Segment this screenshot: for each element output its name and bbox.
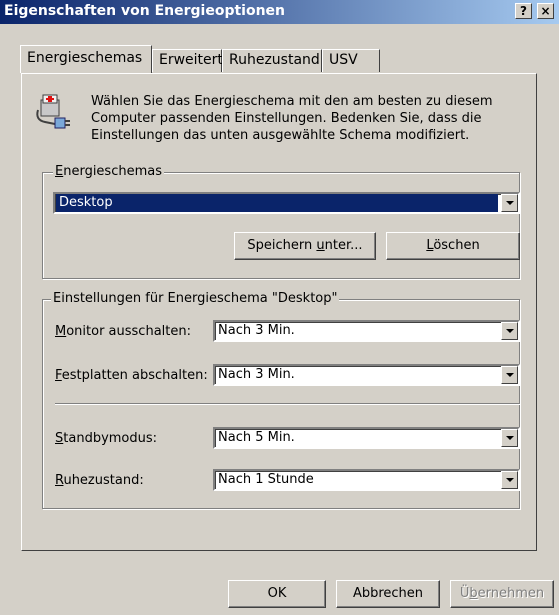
tab-ruhezustand[interactable]: Ruhezustand bbox=[222, 49, 322, 72]
ok-button[interactable]: OK bbox=[228, 580, 326, 608]
delete-button[interactable]: Löschen bbox=[386, 232, 520, 260]
chevron-down-icon[interactable] bbox=[501, 194, 518, 212]
monitor-label: Monitor ausschalten: bbox=[55, 324, 191, 339]
apply-button[interactable]: Übernehmen bbox=[450, 580, 554, 608]
close-button[interactable]: × bbox=[537, 3, 554, 19]
help-button[interactable]: ? bbox=[515, 3, 532, 19]
hibernate-label: Ruhezustand: bbox=[55, 473, 144, 488]
monitor-select[interactable]: Nach 3 Min. bbox=[213, 320, 520, 342]
schemes-group bbox=[42, 172, 520, 279]
hibernate-select-value: Nach 1 Stunde bbox=[218, 472, 314, 487]
power-plug-icon bbox=[36, 94, 70, 129]
harddisk-select-value: Nach 3 Min. bbox=[218, 367, 295, 382]
intro-text: Wählen Sie das Energieschema mit den am … bbox=[91, 94, 493, 143]
scheme-select-value: Desktop bbox=[56, 194, 498, 212]
schemes-legend: Energieschemas bbox=[53, 164, 164, 179]
tab-erweitert[interactable]: Erweitert bbox=[152, 49, 223, 72]
tab-energieschemas[interactable]: Energieschemas bbox=[20, 45, 152, 73]
settings-legend: Einstellungen für Energieschema "Desktop… bbox=[51, 291, 340, 306]
monitor-select-value: Nach 3 Min. bbox=[218, 323, 295, 338]
chevron-down-icon[interactable] bbox=[501, 471, 518, 489]
standby-select-value: Nach 5 Min. bbox=[218, 430, 295, 445]
close-icon: × bbox=[540, 4, 551, 18]
hibernate-select[interactable]: Nach 1 Stunde bbox=[213, 469, 520, 491]
scheme-select[interactable]: Desktop bbox=[53, 192, 520, 214]
save-as-button[interactable]: Speichern unter... bbox=[234, 232, 376, 260]
chevron-down-icon[interactable] bbox=[501, 366, 518, 384]
harddisk-label: Festplatten abschalten: bbox=[55, 368, 208, 383]
standby-select[interactable]: Nach 5 Min. bbox=[213, 427, 520, 449]
standby-label: Standbymodus: bbox=[55, 431, 158, 446]
divider bbox=[55, 403, 520, 405]
chevron-down-icon[interactable] bbox=[501, 322, 518, 340]
chevron-down-icon[interactable] bbox=[501, 429, 518, 447]
window-title: Eigenschaften von Energieoptionen bbox=[4, 3, 286, 19]
harddisk-select[interactable]: Nach 3 Min. bbox=[213, 364, 520, 386]
tab-usv[interactable]: USV bbox=[322, 49, 380, 72]
cancel-button[interactable]: Abbrechen bbox=[336, 580, 440, 608]
title-bar: Eigenschaften von Energieoptionen ? × bbox=[0, 0, 559, 24]
